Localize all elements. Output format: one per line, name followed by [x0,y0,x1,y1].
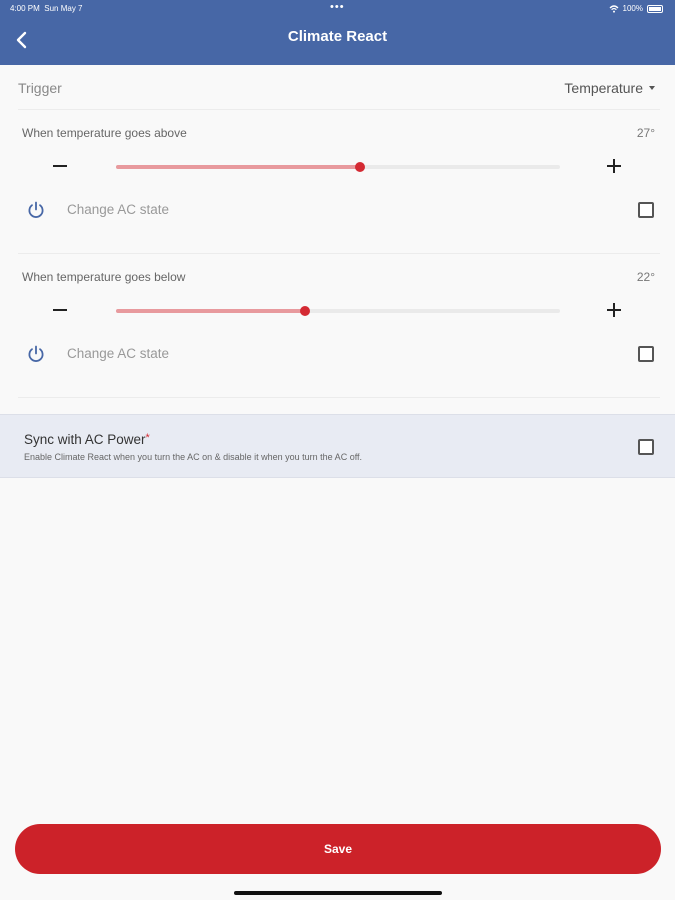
above-value: 27° [636,126,655,140]
sync-title: Sync with AC Power* [24,432,150,447]
sync-ac-power-checkbox[interactable] [638,439,654,455]
home-indicator[interactable] [234,891,442,895]
caret-down-icon [649,86,655,90]
divider [18,253,660,254]
below-change-ac-state-label: Change AC state [67,346,170,361]
battery-icon [647,4,663,13]
above-label: When temperature goes above [22,126,187,140]
wifi-icon [609,4,618,13]
below-label: When temperature goes below [22,270,186,284]
multitask-dots[interactable]: ••• [330,1,345,13]
above-slider-thumb[interactable] [355,162,366,172]
above-decrease-button[interactable] [53,165,67,167]
below-change-ac-state-checkbox[interactable] [638,346,654,362]
required-asterisk: * [145,432,150,444]
above-increase-button[interactable] [607,159,621,173]
header: 4:00 PM Sun May 7 ••• 100% Climate React [0,0,675,65]
above-slider[interactable] [116,162,560,172]
power-icon [28,201,44,218]
above-slider-fill [116,165,361,169]
above-change-ac-state-label: Change AC state [67,202,170,217]
status-time: 4:00 PM [10,4,40,13]
above-change-ac-state-checkbox[interactable] [638,202,654,218]
below-slider-fill [116,309,305,313]
trigger-dropdown[interactable]: Temperature [564,80,655,96]
below-value: 22° [636,270,655,284]
trigger-label: Trigger [18,80,62,96]
save-button[interactable]: Save [15,824,661,874]
below-decrease-button[interactable] [53,309,67,311]
below-increase-button[interactable] [607,303,621,317]
sync-title-text: Sync with AC Power [24,432,146,447]
divider [18,397,660,398]
battery-percent: 100% [622,4,643,13]
status-time-date: 4:00 PM Sun May 7 [10,4,83,13]
sync-ac-power-panel: Sync with AC Power* Enable Climate React… [0,414,675,478]
trigger-value: Temperature [564,80,643,96]
below-slider[interactable] [116,306,560,316]
page-title: Climate React [287,28,388,45]
divider [18,109,660,110]
power-icon [28,345,44,362]
below-slider-thumb[interactable] [299,306,310,316]
status-right: 100% [609,4,663,13]
status-date: Sun May 7 [44,4,83,13]
sync-description: Enable Climate React when you turn the A… [24,452,363,462]
